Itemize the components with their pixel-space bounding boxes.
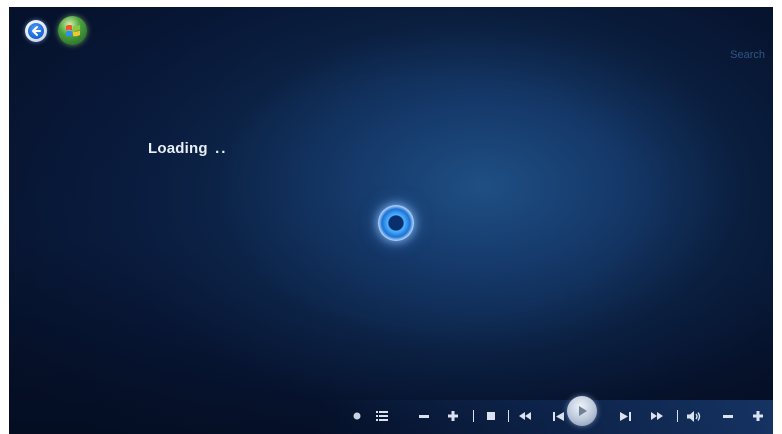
skip-back-icon bbox=[552, 411, 564, 421]
rewind-button[interactable] bbox=[518, 409, 532, 423]
volume-up-button[interactable] bbox=[752, 409, 764, 423]
volume-down-icon bbox=[723, 414, 733, 418]
fast-forward-button[interactable] bbox=[650, 409, 664, 423]
guide-button[interactable] bbox=[375, 409, 389, 423]
loading-text: Loading bbox=[148, 140, 208, 157]
back-arrow-icon bbox=[28, 23, 44, 39]
skip-back-button[interactable] bbox=[551, 409, 565, 423]
separator bbox=[677, 410, 678, 422]
skip-forward-button[interactable] bbox=[618, 409, 632, 423]
guide-icon bbox=[376, 411, 388, 421]
stop-button[interactable] bbox=[485, 409, 497, 423]
channel-up-button[interactable] bbox=[447, 409, 459, 423]
fast-forward-icon bbox=[651, 412, 663, 420]
busy-spinner-icon bbox=[378, 205, 414, 241]
record-icon bbox=[353, 412, 361, 420]
back-button[interactable] bbox=[25, 20, 47, 42]
loading-dots: .. bbox=[215, 140, 228, 157]
record-button[interactable] bbox=[352, 409, 362, 423]
search-link[interactable]: Search bbox=[730, 49, 765, 61]
rewind-icon bbox=[519, 412, 531, 420]
separator bbox=[508, 410, 509, 422]
mute-icon bbox=[687, 410, 701, 422]
channel-down-button[interactable] bbox=[418, 409, 430, 423]
channel-down-icon bbox=[419, 414, 429, 418]
separator bbox=[473, 410, 474, 422]
play-button[interactable] bbox=[567, 396, 597, 426]
mute-button[interactable] bbox=[686, 409, 702, 423]
volume-down-button[interactable] bbox=[722, 409, 734, 423]
skip-forward-icon bbox=[619, 411, 631, 421]
media-center-screen: Search Loading .. bbox=[9, 7, 773, 434]
windows-logo-icon bbox=[65, 24, 80, 36]
channel-up-icon bbox=[448, 411, 458, 421]
volume-up-icon bbox=[753, 411, 763, 421]
loading-status: Loading .. bbox=[148, 140, 227, 157]
play-icon bbox=[579, 406, 587, 416]
windows-start-orb[interactable] bbox=[58, 16, 87, 45]
stop-icon bbox=[487, 412, 495, 420]
